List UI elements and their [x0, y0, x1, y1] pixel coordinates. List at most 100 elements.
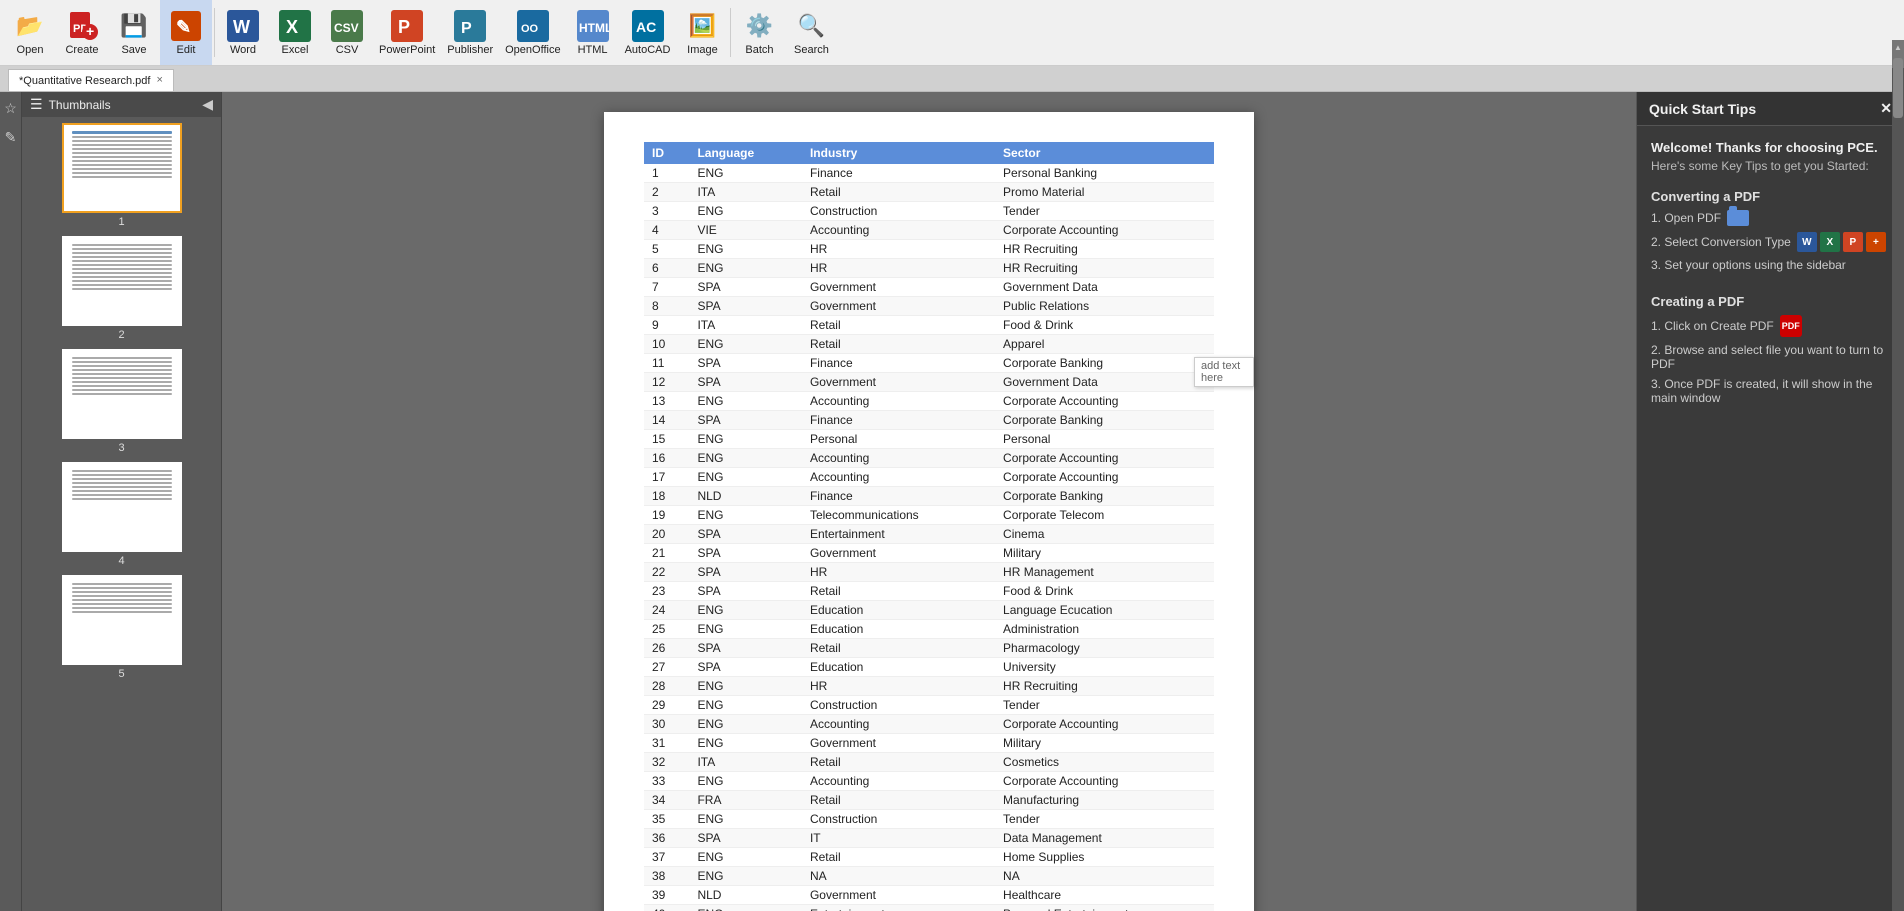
table-cell-17-0: 18	[644, 487, 689, 506]
table-cell-13-2: Finance	[802, 411, 995, 430]
table-row: 4VIEAccountingCorporate Accounting	[644, 221, 1214, 240]
table-cell-28-3: Tender	[995, 696, 1214, 715]
openoffice-button[interactable]: OO OpenOffice	[499, 0, 566, 65]
table-cell-36-2: Retail	[802, 848, 995, 867]
svg-text:X: X	[286, 17, 298, 37]
convert-step-1: 1. Open PDF	[1651, 210, 1890, 226]
excel-button[interactable]: X Excel	[269, 0, 321, 65]
table-cell-9-0: 10	[644, 335, 689, 354]
table-cell-37-0: 38	[644, 867, 689, 886]
html-button[interactable]: HTML HTML	[567, 0, 619, 65]
image-icon: 🖼️	[686, 10, 718, 42]
table-row: 11SPAFinanceCorporate Banking	[644, 354, 1214, 373]
table-row: 17ENGAccountingCorporate Accounting	[644, 468, 1214, 487]
table-cell-21-1: SPA	[689, 563, 802, 582]
col-header-sector: Sector	[995, 142, 1214, 164]
table-cell-29-3: Corporate Accounting	[995, 715, 1214, 734]
thumbnail-page-1[interactable]: 1	[30, 123, 213, 228]
table-cell-22-0: 23	[644, 582, 689, 601]
table-cell-36-1: ENG	[689, 848, 802, 867]
word-icon: W	[227, 10, 259, 42]
extra-conversion-icon: +	[1866, 232, 1886, 252]
thumbnail-num-1: 1	[118, 216, 124, 228]
hamburger-icon: ☰	[30, 96, 43, 113]
batch-icon: ⚙️	[743, 10, 775, 42]
table-cell-23-2: Education	[802, 601, 995, 620]
edit-button[interactable]: ✎ Edit	[160, 0, 212, 65]
table-cell-33-3: Manufacturing	[995, 791, 1214, 810]
table-row: 16ENGAccountingCorporate Accounting	[644, 449, 1214, 468]
thumbnail-page-2[interactable]: 2	[30, 236, 213, 341]
save-button[interactable]: 💾 Save	[108, 0, 160, 65]
table-cell-1-0: 2	[644, 183, 689, 202]
sidebar-header: ☰ Thumbnails ◀	[22, 92, 221, 117]
star-icon[interactable]: ☆	[4, 100, 17, 117]
table-cell-11-3: Government Data	[995, 373, 1214, 392]
open-button[interactable]: 📂 Open	[4, 0, 56, 65]
image-button[interactable]: 🖼️ Image	[676, 0, 728, 65]
batch-button[interactable]: ⚙️ Batch	[733, 0, 785, 65]
table-cell-2-3: Tender	[995, 202, 1214, 221]
create-button[interactable]: PDF+ Create	[56, 0, 108, 65]
table-cell-5-2: HR	[802, 259, 995, 278]
table-cell-0-2: Finance	[802, 164, 995, 183]
powerpoint-icon: P	[391, 10, 423, 42]
create-section: Creating a PDF 1. Click on Create PDF PD…	[1651, 294, 1890, 411]
word-button[interactable]: W Word	[217, 0, 269, 65]
table-cell-20-1: SPA	[689, 544, 802, 563]
table-row: 25ENGEducationAdministration	[644, 620, 1214, 639]
publisher-button[interactable]: P Publisher	[441, 0, 499, 65]
table-row: 27SPAEducationUniversity	[644, 658, 1214, 677]
close-quick-start-button[interactable]: ✕	[1880, 100, 1892, 117]
table-cell-32-3: Corporate Accounting	[995, 772, 1214, 791]
table-cell-0-0: 1	[644, 164, 689, 183]
table-cell-12-2: Accounting	[802, 392, 995, 411]
table-cell-14-0: 15	[644, 430, 689, 449]
thumbnail-page-3[interactable]: 3	[30, 349, 213, 454]
table-cell-28-0: 29	[644, 696, 689, 715]
create-title: Creating a PDF	[1651, 294, 1890, 309]
thumbnail-page-4[interactable]: 4	[30, 462, 213, 567]
table-cell-35-1: SPA	[689, 829, 802, 848]
svg-text:P: P	[461, 20, 472, 37]
col-header-language: Language	[689, 142, 802, 164]
thumbnail-num-2: 2	[118, 329, 124, 341]
create-icon: PDF+	[66, 10, 98, 42]
table-cell-19-2: Entertainment	[802, 525, 995, 544]
table-cell-1-2: Retail	[802, 183, 995, 202]
table-cell-39-1: ENG	[689, 905, 802, 911]
sidebar-title: Thumbnails	[49, 98, 111, 112]
collapse-sidebar-button[interactable]: ◀	[202, 96, 213, 113]
search-icon: 🔍	[795, 10, 827, 42]
table-cell-16-0: 17	[644, 468, 689, 487]
table-cell-22-2: Retail	[802, 582, 995, 601]
publisher-icon: P	[454, 10, 486, 42]
table-row: 18NLDFinanceCorporate Banking	[644, 487, 1214, 506]
table-cell-26-1: SPA	[689, 658, 802, 677]
search-button[interactable]: 🔍 Search	[785, 0, 837, 65]
table-cell-0-3: Personal Banking	[995, 164, 1214, 183]
table-cell-12-1: ENG	[689, 392, 802, 411]
active-tab[interactable]: *Quantitative Research.pdf ×	[8, 69, 174, 91]
table-cell-3-1: VIE	[689, 221, 802, 240]
powerpoint-button[interactable]: P PowerPoint	[373, 0, 441, 65]
table-row: 30ENGAccountingCorporate Accounting	[644, 715, 1214, 734]
table-cell-20-2: Government	[802, 544, 995, 563]
table-cell-3-2: Accounting	[802, 221, 995, 240]
autocad-button[interactable]: AC AutoCAD	[619, 0, 677, 65]
thumbnail-page-5[interactable]: 5	[30, 575, 213, 680]
table-cell-31-2: Retail	[802, 753, 995, 772]
csv-button[interactable]: CSV CSV	[321, 0, 373, 65]
table-cell-5-3: HR Recruiting	[995, 259, 1214, 278]
table-cell-13-1: SPA	[689, 411, 802, 430]
convert-title: Converting a PDF	[1651, 189, 1890, 204]
table-cell-30-1: ENG	[689, 734, 802, 753]
table-cell-10-1: SPA	[689, 354, 802, 373]
thumbnail-image-3	[62, 349, 182, 439]
table-cell-30-3: Military	[995, 734, 1214, 753]
convert-step-3: 3. Set your options using the sidebar	[1651, 258, 1890, 272]
sidebar-thumbnails: ☰ Thumbnails ◀ ▲ ▼	[22, 92, 222, 911]
tab-close-button[interactable]: ×	[156, 75, 162, 86]
table-cell-11-0: 12	[644, 373, 689, 392]
annotation-icon[interactable]: ✎	[5, 129, 17, 146]
